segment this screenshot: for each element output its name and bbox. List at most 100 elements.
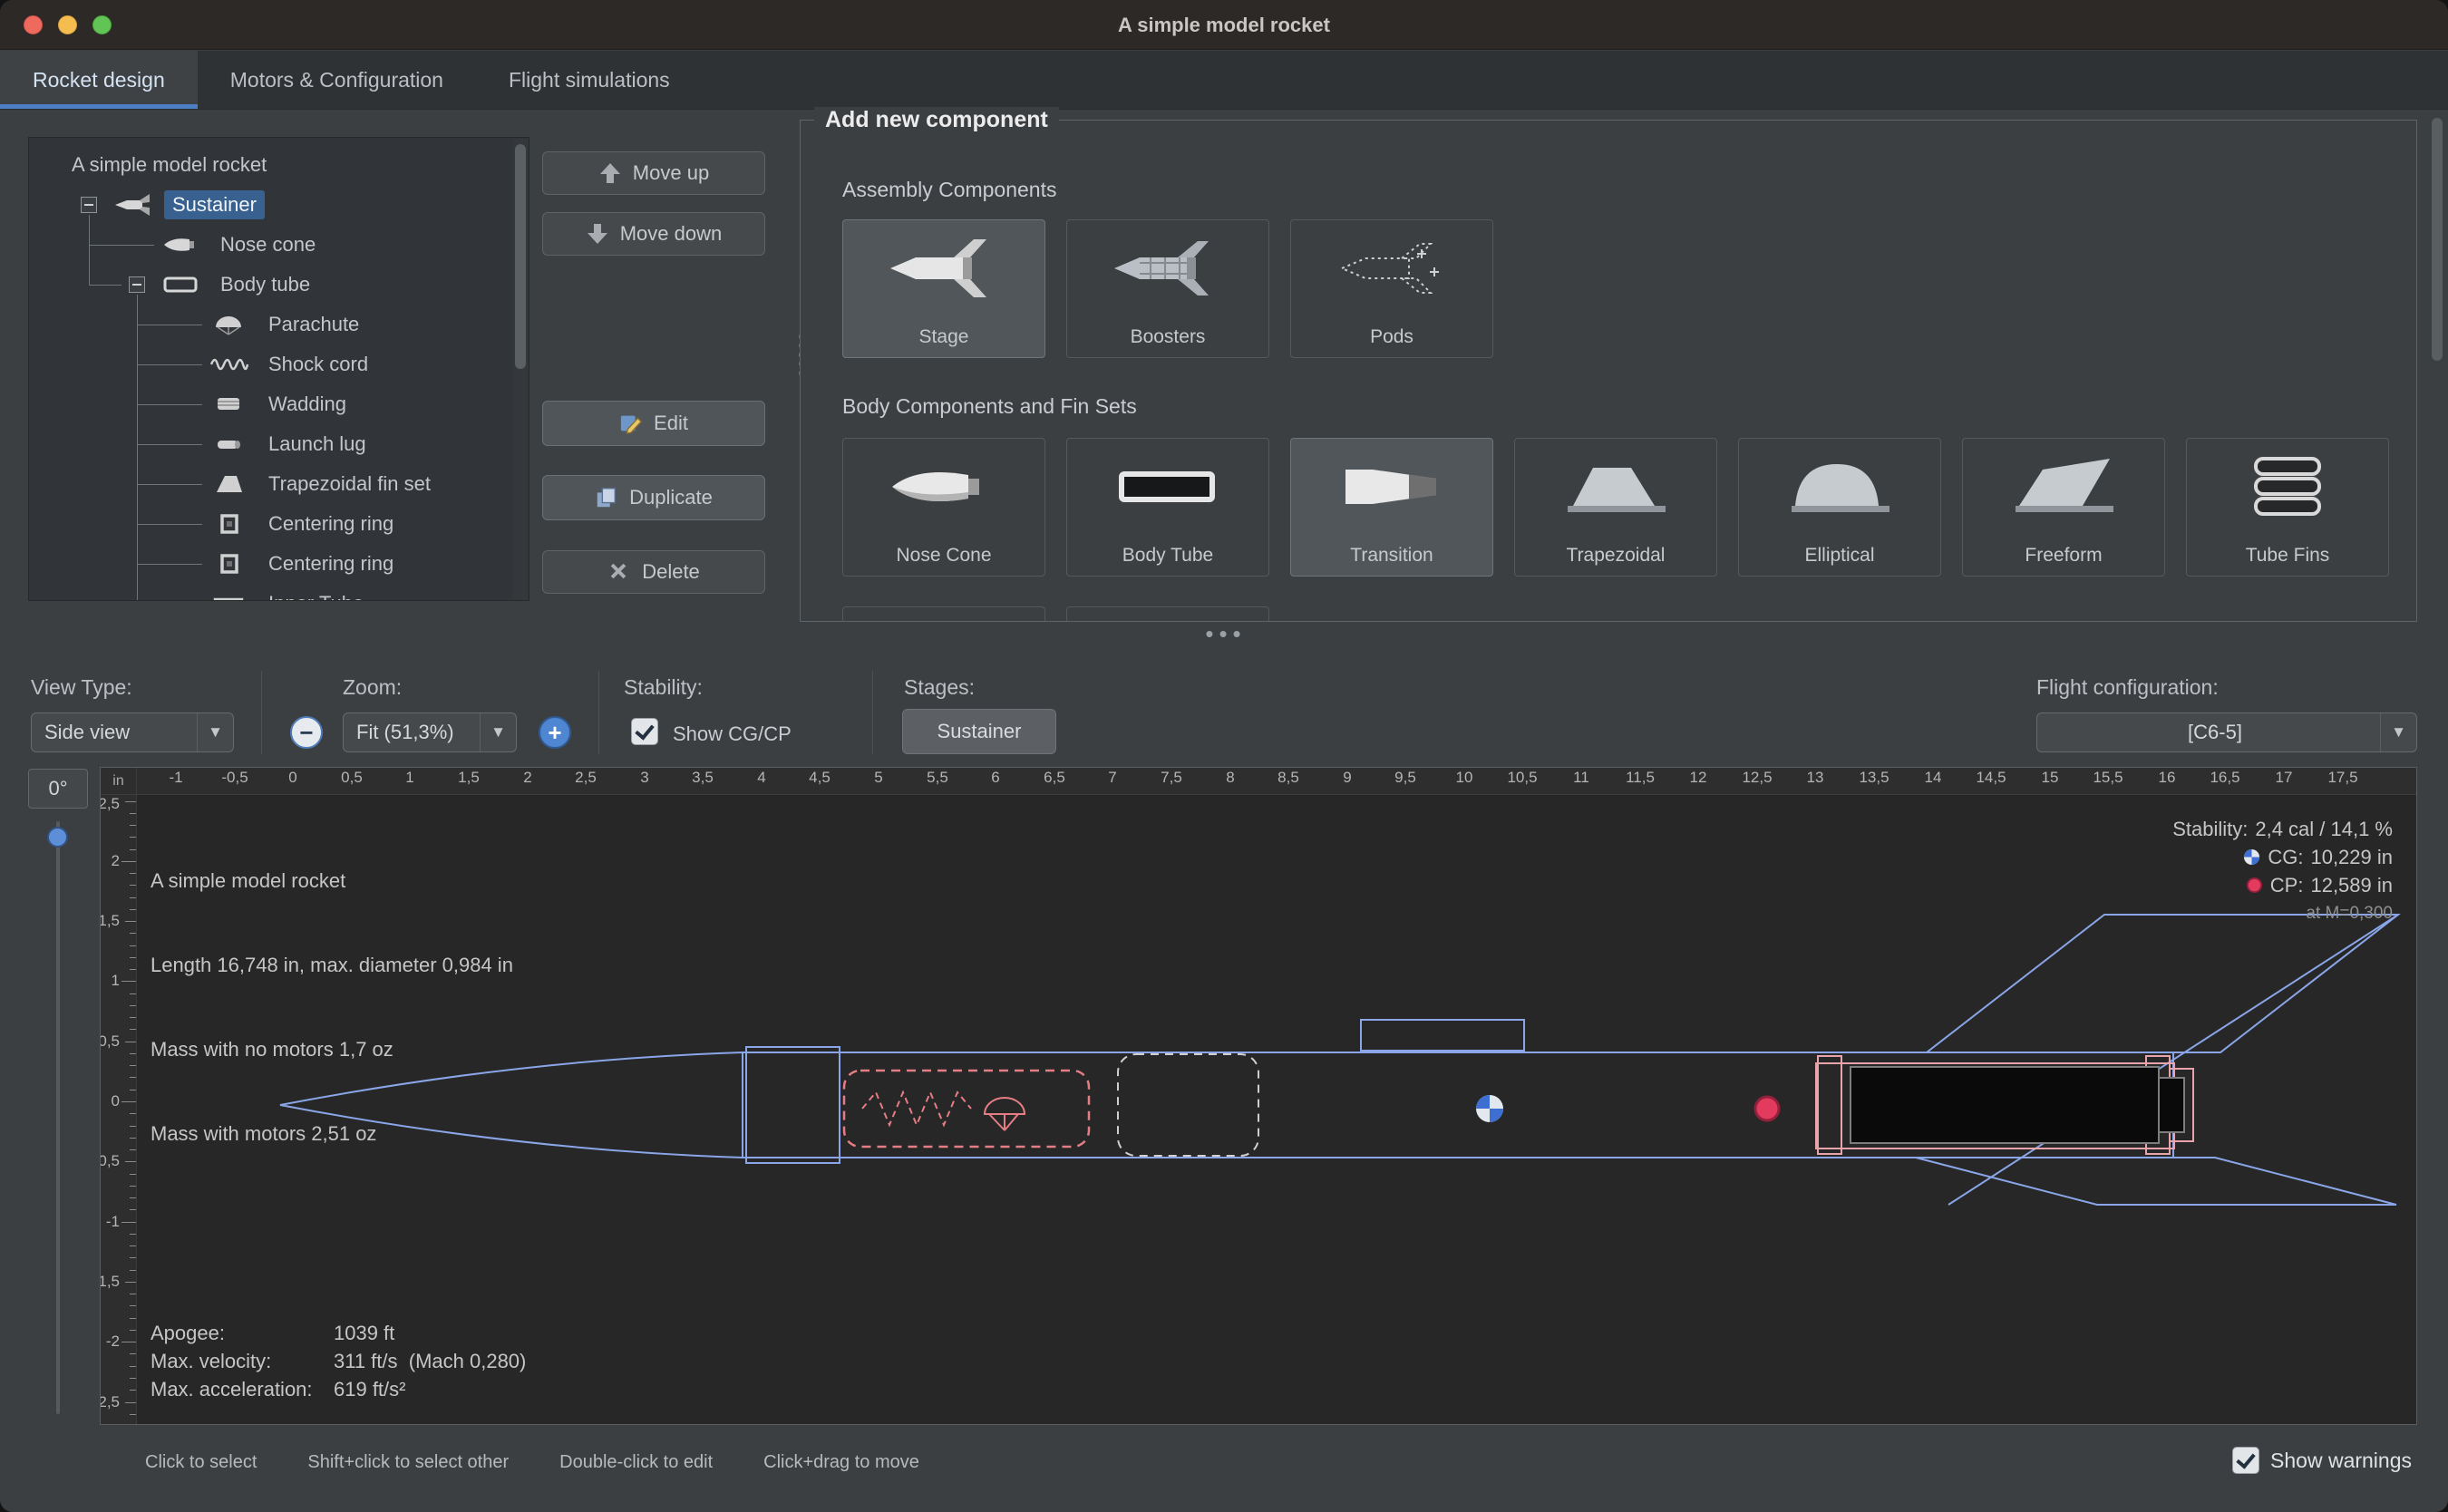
trapezoidal-icon — [1557, 451, 1675, 522]
tree-item-launch-lug[interactable]: Launch lug — [29, 424, 512, 464]
window-title: A simple model rocket — [0, 0, 2448, 50]
add-component-title: Add new component — [814, 107, 1059, 133]
edit-button[interactable]: Edit — [542, 401, 765, 446]
fin-bottom-outline — [1916, 1158, 2396, 1205]
zoom-value: Fit (51,3%) — [356, 721, 454, 744]
show-cgcp-label: Show CG/CP — [673, 722, 792, 746]
add-nose-cone-button[interactable]: Nose Cone — [842, 438, 1045, 577]
nose-cone-icon — [885, 451, 1003, 522]
stability-label: Stability: — [624, 675, 703, 700]
flight-configuration-select[interactable]: [C6-5] ▼ — [2036, 712, 2417, 752]
tree-collapse-toggle[interactable] — [129, 276, 145, 293]
add-body-tube-button[interactable]: Body Tube — [1066, 438, 1269, 577]
zoom-out-button[interactable]: − — [290, 716, 323, 749]
duplicate-button[interactable]: Duplicate — [542, 475, 765, 520]
move-up-label: Move up — [633, 161, 709, 185]
add-tube-fins-button[interactable]: Tube Fins — [2186, 438, 2389, 577]
flight-performance-block: Apogee:1039 ftMax. velocity:311 ft/s (Ma… — [151, 1319, 526, 1403]
cg-label: CG: — [2268, 843, 2303, 871]
edit-pencil-icon — [619, 412, 643, 435]
tab-motors-configuration[interactable]: Motors & Configuration — [198, 51, 476, 109]
view-type-value: Side view — [44, 721, 130, 744]
tree-scrollbar[interactable] — [513, 139, 528, 601]
rocket-length: Length 16,748 in, max. diameter 0,984 in — [151, 951, 513, 979]
status-bar: Click to selectShift+click to select oth… — [0, 1425, 2448, 1512]
rotation-angle-indicator: 0° — [28, 769, 88, 809]
rocket-mass-with-motors: Mass with motors 2,51 oz — [151, 1119, 513, 1148]
cp-legend-icon — [2246, 877, 2263, 894]
add-component-panel: Assembly ComponentsStageBoostersPodsBody… — [800, 120, 2417, 622]
centering-ring-icon — [209, 552, 253, 576]
centering-ring-icon — [209, 512, 253, 536]
move-down-button[interactable]: Move down — [542, 212, 765, 256]
parachute-outline — [844, 1071, 1089, 1147]
add-pods-button[interactable]: Pods — [1290, 219, 1493, 358]
delete-button[interactable]: Delete — [542, 550, 765, 594]
canvas-hints: Click to selectShift+click to select oth… — [145, 1452, 919, 1473]
add-boosters-button[interactable]: Boosters — [1066, 219, 1269, 358]
rocket-view[interactable]: A simple model rocket Length 16,748 in, … — [137, 795, 2416, 1424]
cutoff-component-button[interactable] — [842, 606, 1045, 622]
component-button-label: Pods — [1291, 326, 1492, 348]
chevron-down-icon: ▼ — [197, 713, 233, 751]
stability-value: 2,4 cal / 14,1 % — [2255, 815, 2393, 843]
perf-label: Max. acceleration: — [151, 1375, 334, 1403]
section-resize-handle[interactable]: ••• — [1188, 620, 1264, 648]
cg-legend-icon — [2243, 848, 2260, 866]
mach-note: at M=0,300 — [2172, 899, 2393, 927]
move-up-button[interactable]: Move up — [542, 151, 765, 195]
component-button-label: Elliptical — [1739, 545, 1940, 567]
add-transition-button[interactable]: Transition — [1290, 438, 1493, 577]
tree-item-label: Parachute — [260, 310, 367, 339]
shock-cord-outline — [862, 1092, 971, 1125]
tab-flight-simulations[interactable]: Flight simulations — [476, 51, 703, 109]
tree-item-centering-ring-10[interactable]: Centering ring — [29, 544, 512, 584]
stage-toggle-sustainer[interactable]: Sustainer — [902, 709, 1056, 754]
vertical-scrollbar[interactable] — [2430, 111, 2444, 662]
add-elliptical-button[interactable]: Elliptical — [1738, 438, 1941, 577]
tab-rocket-design[interactable]: Rocket design — [0, 51, 198, 109]
tree-item-parachute[interactable]: Parachute — [29, 305, 512, 344]
tree-item-a-simple-model-rocket[interactable]: A simple model rocket — [29, 145, 512, 185]
duplicate-copy-icon — [595, 486, 618, 509]
component-button-label: Boosters — [1067, 326, 1268, 348]
cp-marker — [1755, 1097, 1779, 1120]
tree-item-sustainer[interactable]: Sustainer — [29, 185, 512, 225]
launch-lug-icon — [209, 432, 253, 456]
rotation-slider[interactable] — [56, 821, 60, 1414]
vertical-scrollbar-thumb[interactable] — [2432, 118, 2443, 361]
section-label-body-components-and-fin-sets: Body Components and Fin Sets — [842, 394, 1137, 419]
pods-icon — [1333, 233, 1451, 304]
tree-item-label: Shock cord — [260, 350, 376, 379]
tree-item-centering-ring-9[interactable]: Centering ring — [29, 504, 512, 544]
add-freeform-button[interactable]: Freeform — [1962, 438, 2165, 577]
tree-item-trapezoidal-fin-set[interactable]: Trapezoidal fin set — [29, 464, 512, 504]
add-trapezoidal-button[interactable]: Trapezoidal — [1514, 438, 1717, 577]
stage-icon — [885, 233, 1003, 304]
cg-marker — [1476, 1095, 1503, 1122]
nose-shoulder-outline — [746, 1047, 840, 1163]
component-button-label: Body Tube — [1067, 545, 1268, 567]
tree-item-shock-cord[interactable]: Shock cord — [29, 344, 512, 384]
tree-scrollbar-thumb[interactable] — [515, 144, 526, 369]
tree-item-inner-tube[interactable]: Inner Tube — [29, 584, 512, 601]
zoom-in-button[interactable]: + — [539, 716, 571, 749]
rotation-slider-thumb[interactable] — [47, 827, 68, 848]
edit-label: Edit — [654, 412, 688, 435]
chevron-down-icon: ▼ — [2380, 713, 2416, 751]
zoom-select[interactable]: Fit (51,3%) ▼ — [343, 712, 517, 752]
show-cgcp-checkbox[interactable] — [631, 718, 658, 745]
view-type-select[interactable]: Side view ▼ — [31, 712, 234, 752]
elliptical-icon — [1781, 451, 1899, 522]
tree-item-wadding[interactable]: Wadding — [29, 384, 512, 424]
show-warnings-checkbox[interactable] — [2232, 1447, 2259, 1474]
tube-fins-icon — [2229, 451, 2346, 522]
chevron-down-icon: ▼ — [480, 713, 516, 751]
motor-casing — [1851, 1067, 2159, 1143]
shock-cord-icon — [209, 353, 253, 376]
arrow-up-icon — [598, 161, 622, 185]
app-window: A simple model rocket Rocket designMotor… — [0, 0, 2448, 1512]
wadding-outline — [1118, 1054, 1258, 1156]
add-stage-button[interactable]: Stage — [842, 219, 1045, 358]
tree-collapse-toggle[interactable] — [81, 197, 97, 213]
